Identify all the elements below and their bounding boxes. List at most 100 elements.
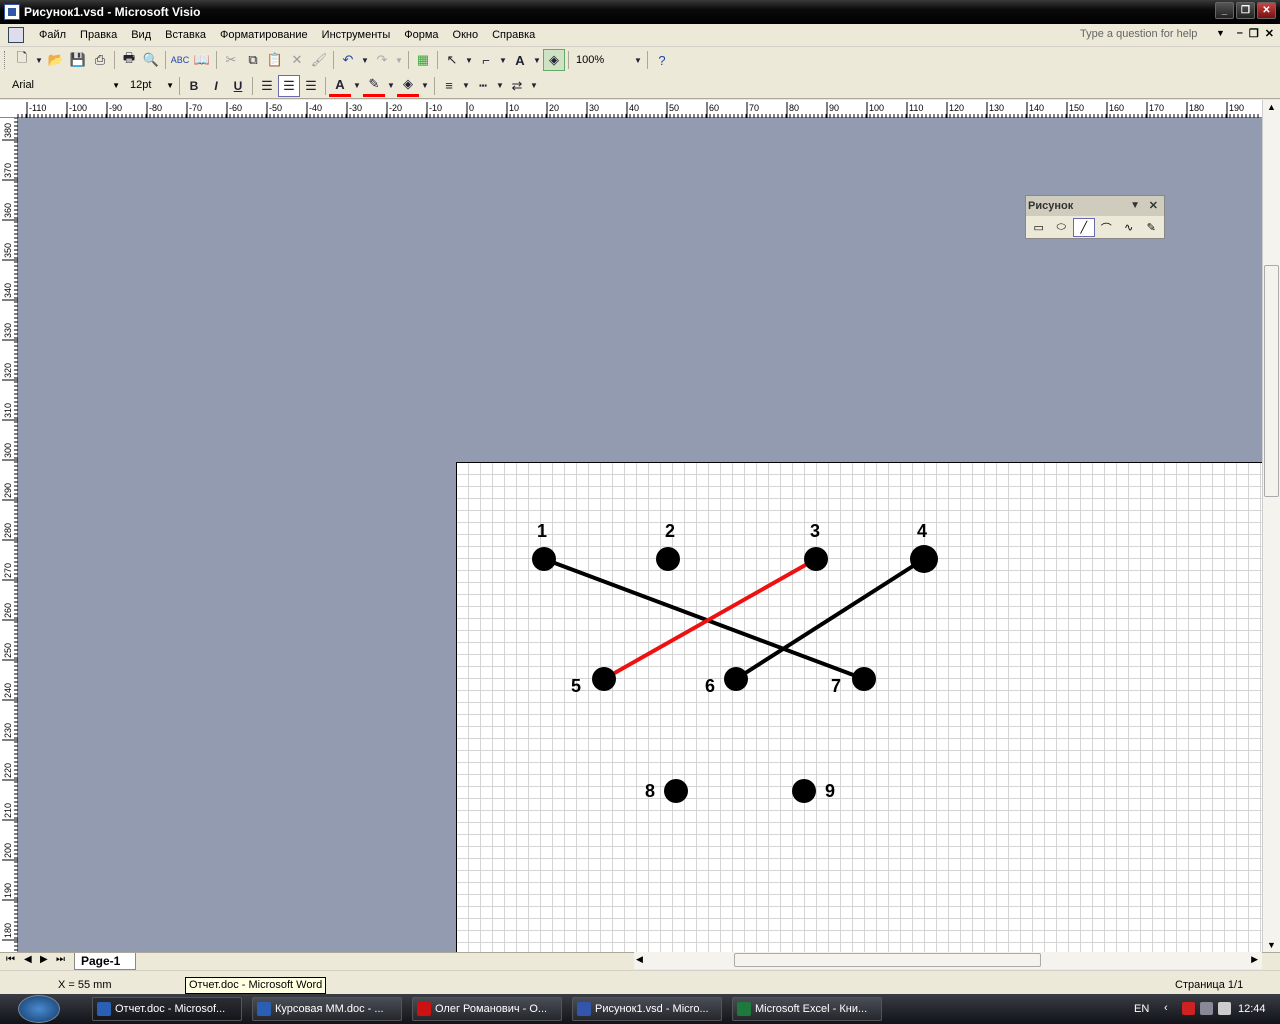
scroll-down-icon[interactable]: ▼	[1267, 940, 1276, 950]
research-icon[interactable]: 📖	[191, 49, 213, 71]
scroll-right-icon[interactable]: ▶	[1251, 954, 1258, 965]
zoom-select[interactable]: 100%	[572, 51, 632, 70]
align-center-icon[interactable]: ☰	[278, 74, 300, 97]
app-tray-icon[interactable]	[1218, 1002, 1231, 1015]
save-icon[interactable]: 💾	[67, 49, 89, 71]
taskbar-item[interactable]: Олег Романович - О...	[412, 997, 562, 1021]
menu-help[interactable]: Справка	[485, 26, 542, 44]
line-weight-icon[interactable]: ≡	[438, 75, 460, 97]
node-8[interactable]	[664, 779, 688, 803]
node-4[interactable]	[910, 545, 938, 573]
horizontal-ruler[interactable]: -110 -100 -90 -80 -70 -60 -50 -40 -30 -20 -10 0 10 20…	[0, 100, 1280, 118]
text-color-icon[interactable]: A	[329, 75, 351, 97]
close-button[interactable]: ✕	[1257, 2, 1276, 19]
line-weight-dropdown-icon[interactable]: ▼	[460, 75, 472, 97]
print-setup-icon[interactable]: ⎙	[89, 49, 111, 71]
menu-edit[interactable]: Правка	[73, 26, 124, 44]
page-tab[interactable]: Page-1	[74, 953, 136, 970]
pointer-tool-icon[interactable]: ↖	[441, 49, 463, 71]
drawing-page[interactable]: 1 2 3 4 5 6 7 8 9	[456, 462, 1262, 952]
connection-point-icon[interactable]: ◈	[543, 49, 565, 71]
fill-color-icon[interactable]: ◈	[397, 75, 419, 97]
doc-minimize-button[interactable]: –	[1237, 27, 1243, 40]
toolbar-grip[interactable]	[4, 51, 7, 69]
redo-icon[interactable]: ↷	[371, 49, 393, 71]
copy-icon[interactable]: ⧉	[242, 49, 264, 71]
minimize-button[interactable]: _	[1215, 2, 1234, 19]
menu-view[interactable]: Вид	[124, 26, 158, 44]
volume-icon[interactable]	[1200, 1002, 1213, 1015]
prev-page-icon[interactable]: ◀	[24, 954, 32, 965]
palette-close-icon[interactable]: ✕	[1149, 199, 1158, 212]
help-search-input[interactable]: Type a question for help	[1080, 28, 1197, 40]
help-dropdown-icon[interactable]: ▼	[1216, 28, 1225, 38]
line-pattern-icon[interactable]: ┅	[472, 75, 494, 97]
visio-app-icon[interactable]	[4, 4, 20, 20]
tray-expand-icon[interactable]: ‹	[1164, 1002, 1168, 1014]
align-right-icon[interactable]: ☰	[300, 75, 322, 97]
new-dropdown-icon[interactable]: ▼	[33, 49, 45, 71]
node-7[interactable]	[852, 667, 876, 691]
cut-icon[interactable]: ✂	[220, 49, 242, 71]
doc-close-button[interactable]: ✕	[1265, 27, 1274, 40]
start-button[interactable]	[18, 995, 60, 1023]
delete-icon[interactable]: ✕	[286, 49, 308, 71]
menu-tools[interactable]: Инструменты	[315, 26, 398, 44]
rectangle-tool-icon[interactable]: ▭	[1028, 218, 1050, 237]
connector-3-5[interactable]	[603, 557, 817, 681]
node-1[interactable]	[532, 547, 556, 571]
paste-icon[interactable]: 📋	[264, 49, 286, 71]
palette-title-bar[interactable]: Рисунок ▼ ✕	[1026, 196, 1164, 216]
vertical-scroll-thumb[interactable]	[1264, 265, 1279, 497]
print-icon[interactable]: 🖶	[118, 49, 140, 71]
first-page-icon[interactable]: ⏮	[6, 954, 15, 965]
menu-shape[interactable]: Форма	[397, 26, 445, 44]
font-size-select[interactable]: 12pt ▼	[124, 76, 176, 95]
node-6[interactable]	[724, 667, 748, 691]
text-tool-icon[interactable]: A	[509, 49, 531, 71]
node-3[interactable]	[804, 547, 828, 571]
shapes-icon[interactable]: ▦	[412, 49, 434, 71]
text-dropdown-icon[interactable]: ▼	[531, 49, 543, 71]
line-ends-dropdown-icon[interactable]: ▼	[528, 75, 540, 97]
node-9[interactable]	[792, 779, 816, 803]
scroll-left-icon[interactable]: ◀	[636, 954, 643, 965]
line-color-icon[interactable]: ✎	[363, 75, 385, 97]
connector-1-7[interactable]	[543, 557, 865, 681]
connector-4-6[interactable]	[734, 557, 926, 681]
doc-restore-button[interactable]: ❐	[1249, 27, 1259, 40]
fill-color-dropdown-icon[interactable]: ▼	[419, 75, 431, 97]
format-painter-icon[interactable]: 🖌	[308, 49, 330, 71]
connector-dropdown-icon[interactable]: ▼	[497, 49, 509, 71]
zoom-dropdown-icon[interactable]: ▼	[632, 49, 644, 71]
drawing-canvas[interactable]: 1 2 3 4 5 6 7 8 9	[18, 118, 1262, 952]
next-page-icon[interactable]: ▶	[40, 954, 48, 965]
node-5[interactable]	[592, 667, 616, 691]
restore-button[interactable]: ❐	[1236, 2, 1255, 19]
vertical-scrollbar[interactable]: ▲ ▼	[1262, 100, 1280, 952]
taskbar-item[interactable]: Курсовая ММ.doc - ...	[252, 997, 402, 1021]
align-left-icon[interactable]: ☰	[256, 75, 278, 97]
line-color-dropdown-icon[interactable]: ▼	[385, 75, 397, 97]
menu-insert[interactable]: Вставка	[158, 26, 213, 44]
line-pattern-dropdown-icon[interactable]: ▼	[494, 75, 506, 97]
menu-file[interactable]: Файл	[32, 26, 73, 44]
last-page-icon[interactable]: ⏭	[56, 954, 65, 965]
connector-tool-icon[interactable]: ⌐	[475, 49, 497, 71]
menu-format[interactable]: Форматирование	[213, 26, 315, 44]
bold-button[interactable]: B	[183, 75, 205, 97]
open-icon[interactable]: 📂	[45, 49, 67, 71]
language-indicator[interactable]: EN	[1134, 1003, 1149, 1015]
help-icon[interactable]: ?	[651, 49, 673, 71]
spelling-icon[interactable]: ABC	[169, 49, 191, 71]
print-preview-icon[interactable]: 🔍	[140, 49, 162, 71]
document-icon[interactable]	[8, 27, 24, 43]
taskbar-item[interactable]: Отчет.doc - Microsof...	[92, 997, 242, 1021]
palette-menu-icon[interactable]: ▼	[1130, 200, 1140, 211]
menu-window[interactable]: Окно	[446, 26, 486, 44]
new-icon[interactable]: 🗋	[11, 49, 33, 71]
taskbar-item[interactable]: Microsoft Excel - Кни...	[732, 997, 882, 1021]
line-ends-icon[interactable]: ⇄	[506, 75, 528, 97]
clock[interactable]: 12:44	[1238, 1003, 1266, 1015]
pointer-dropdown-icon[interactable]: ▼	[463, 49, 475, 71]
